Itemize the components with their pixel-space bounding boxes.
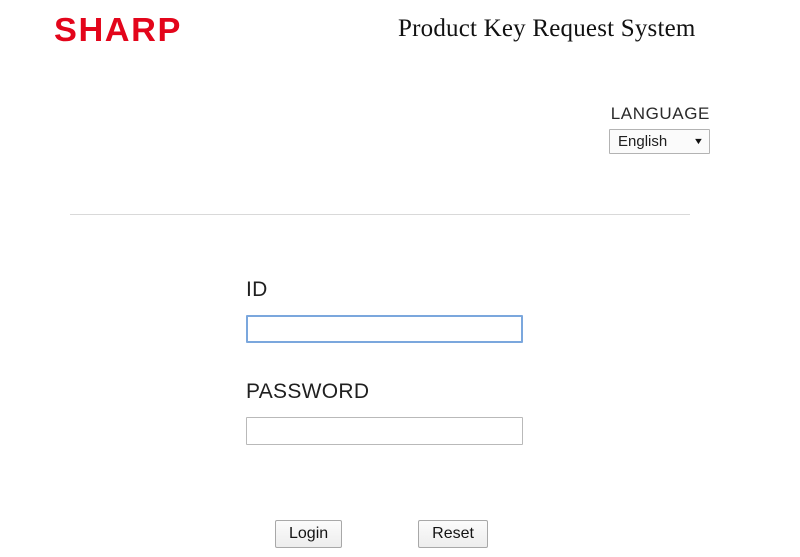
login-button[interactable]: Login bbox=[275, 520, 343, 548]
id-label: ID bbox=[246, 278, 268, 301]
login-form: ID PASSWORD bbox=[246, 277, 546, 445]
page-title: Product Key Request System bbox=[398, 15, 696, 42]
id-field-group: ID bbox=[246, 277, 546, 343]
header-divider bbox=[70, 214, 690, 215]
password-input[interactable] bbox=[246, 417, 523, 445]
language-label: LANGUAGE bbox=[610, 104, 710, 123]
reset-button[interactable]: Reset bbox=[418, 520, 488, 548]
language-block: LANGUAGE English ▼ bbox=[530, 103, 710, 154]
password-label: PASSWORD bbox=[246, 380, 370, 403]
chevron-down-icon: ▼ bbox=[692, 136, 705, 146]
sharp-logo: SHARP bbox=[54, 11, 182, 48]
form-actions: Login Reset bbox=[275, 520, 488, 548]
language-select[interactable]: English ▼ bbox=[609, 129, 710, 154]
password-field-group: PASSWORD bbox=[246, 379, 546, 445]
id-input[interactable] bbox=[246, 315, 523, 343]
language-select-value: English bbox=[618, 133, 668, 150]
